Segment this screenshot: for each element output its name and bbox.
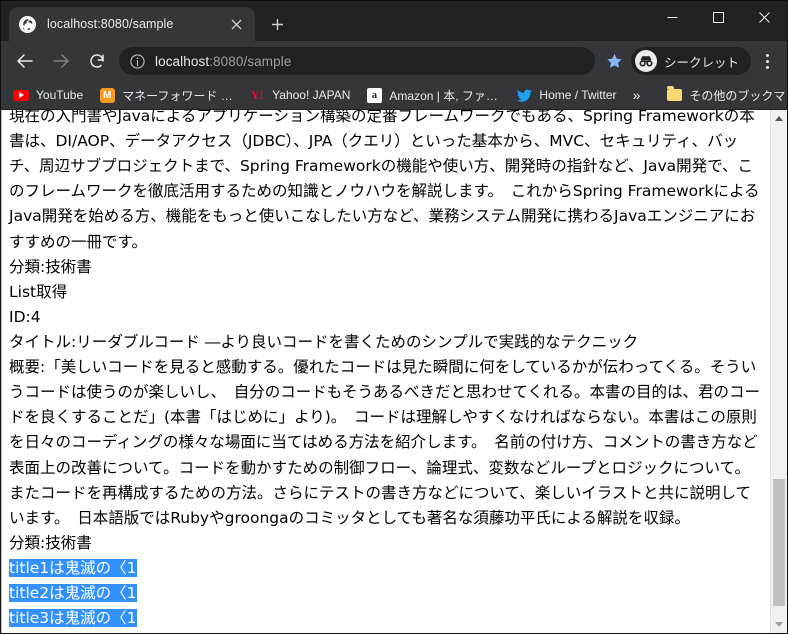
bookmark-label: Yahoo! JAPAN — [272, 88, 351, 102]
minimize-button[interactable] — [649, 1, 695, 33]
browser-tab[interactable]: localhost:8080/sample — [9, 7, 255, 41]
page-line: 書は、DI/AOP、データアクセス（JDBC）、JPA（クエリ）といった基本から… — [9, 132, 760, 251]
address-bar[interactable]: localhost:8080/sample — [119, 47, 595, 75]
selected-text: title3は鬼滅の〈1 — [9, 609, 137, 628]
page-line: 現在の入門書やJavaによるアプリケーション構築の定番フレームワークでもある、S… — [9, 110, 755, 125]
url-host: localhost — [155, 53, 210, 69]
page-text-block: 現在の入門書やJavaによるアプリケーション構築の定番フレームワークでもある、S… — [9, 110, 762, 631]
page-line: List取得 — [9, 282, 68, 301]
incognito-icon — [634, 50, 657, 72]
page-line-selected: title1は鬼滅の〈1 — [9, 556, 762, 581]
page-left-border — [1, 110, 2, 633]
bookmark-label: マネーフォワード ME — [122, 88, 234, 103]
yahoo-icon: Y! — [250, 87, 264, 102]
browser-toolbar: localhost:8080/sample シークレット — [1, 41, 787, 81]
tab-strip: localhost:8080/sample — [1, 1, 787, 41]
page-line-selected: title2は鬼滅の〈1 — [9, 581, 762, 606]
other-bookmarks-folder[interactable]: その他のブックマーク — [658, 84, 787, 106]
amazon-icon: a — [366, 87, 382, 103]
page-viewport: 現在の入門書やJavaによるアプリケーション構築の定番フレームワークでもある、S… — [1, 109, 787, 633]
selected-text: title2は鬼滅の〈1 — [9, 584, 137, 603]
chrome-menu-icon[interactable] — [753, 46, 781, 76]
page-line: タイトル:リーダブルコード ―より良いコードを書くためのシンプルで実践的なテクニ… — [9, 332, 639, 351]
bookmark-item-youtube[interactable]: YouTube — [5, 84, 91, 106]
bookmark-label: Home / Twitter — [539, 88, 617, 102]
url-path: :8080/sample — [209, 53, 292, 69]
bookmarks-bar: YouTube M マネーフォワード ME Y! Yahoo! JAPAN a … — [1, 81, 787, 109]
close-button[interactable] — [741, 1, 787, 33]
youtube-icon — [13, 87, 29, 103]
bookmark-item-moneyforward[interactable]: M マネーフォワード ME — [91, 84, 241, 106]
new-tab-button[interactable] — [263, 10, 291, 38]
incognito-label: シークレット — [663, 55, 739, 70]
page-line: 概要:「美しいコードを見ると感動する。優れたコードは見た瞬間に何をしているかが伝… — [9, 358, 760, 527]
page-line: 分類:技術書 — [9, 257, 92, 276]
selected-text: title1は鬼滅の〈1 — [9, 558, 137, 577]
reload-icon[interactable] — [82, 46, 112, 76]
bookmark-label: YouTube — [36, 88, 84, 102]
scrollbar-thumb[interactable] — [773, 479, 785, 607]
incognito-indicator[interactable]: シークレット — [630, 47, 751, 75]
page-content[interactable]: 現在の入門書やJavaによるアプリケーション構築の定番フレームワークでもある、S… — [1, 110, 770, 633]
bookmark-star-icon[interactable] — [601, 47, 629, 75]
other-bookmarks-label: その他のブックマーク — [689, 88, 787, 103]
tab-title: localhost:8080/sample — [47, 17, 174, 31]
page-line: 分類:技術書 — [9, 533, 92, 552]
bookmark-item-amazon[interactable]: a Amazon | 本, ファッシ... — [358, 84, 508, 106]
twitter-icon — [516, 87, 532, 103]
page-line: ID:4 — [9, 307, 41, 326]
scroll-down-arrow-icon[interactable] — [771, 616, 787, 633]
folder-icon — [666, 86, 682, 103]
bookmarks-overflow-icon[interactable]: » — [625, 84, 649, 106]
bookmark-label: Amazon | 本, ファッシ... — [389, 88, 500, 103]
globe-icon — [19, 15, 36, 33]
moneyforward-icon: M — [99, 87, 115, 103]
window-controls — [649, 1, 787, 33]
close-icon[interactable] — [227, 15, 245, 33]
forward-icon[interactable] — [46, 46, 76, 76]
vertical-scrollbar[interactable] — [770, 110, 787, 633]
scroll-up-arrow-icon[interactable] — [771, 110, 787, 127]
browser-window: localhost:8080/sample localhost:8080/sam… — [0, 0, 788, 634]
scrollbar-track[interactable] — [771, 127, 787, 616]
page-line-selected: title3は鬼滅の〈1 — [9, 606, 762, 631]
address-bar-text: localhost:8080/sample — [155, 54, 291, 69]
back-icon[interactable] — [10, 46, 40, 76]
bookmark-item-yahoo[interactable]: Y! Yahoo! JAPAN — [241, 84, 358, 106]
maximize-button[interactable] — [695, 1, 741, 33]
site-info-icon[interactable] — [128, 52, 146, 70]
bookmark-item-twitter[interactable]: Home / Twitter — [508, 84, 624, 106]
